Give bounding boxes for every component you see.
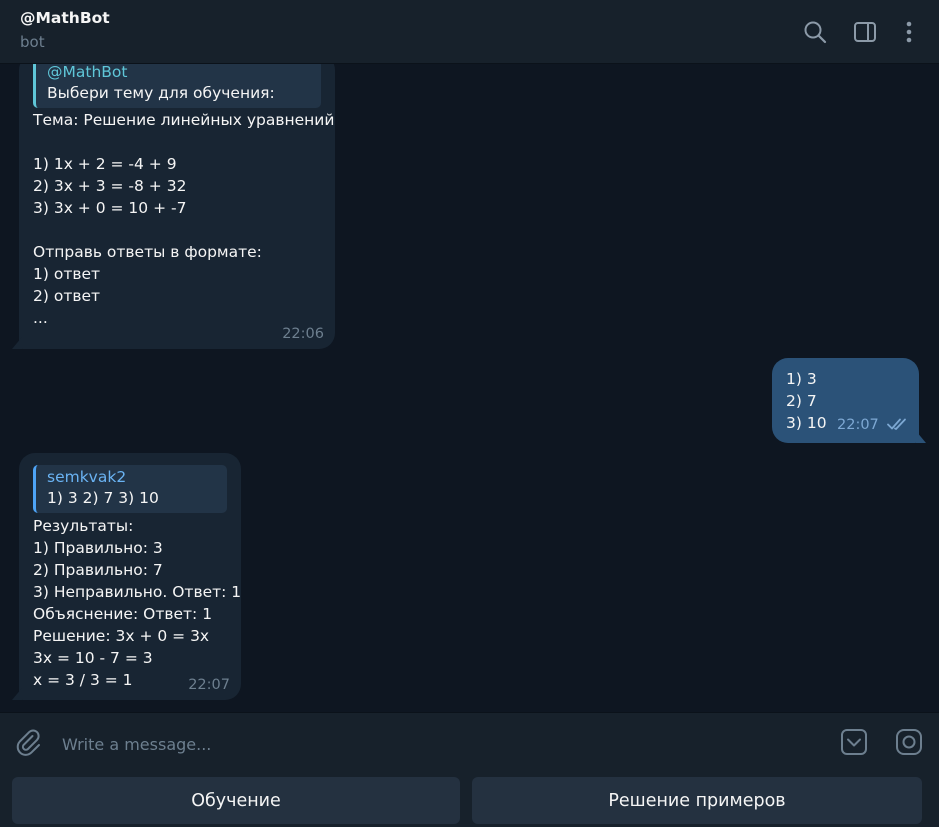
sidebar-toggle-icon[interactable] xyxy=(851,18,879,46)
incoming-message[interactable]: semkvak2 1) 3 2) 7 3) 10 Результаты: 1) … xyxy=(12,453,242,700)
sticker-icon[interactable] xyxy=(894,727,924,757)
bubble-tail xyxy=(12,688,22,700)
reply-text: Выбери тему для обучения: xyxy=(47,84,275,102)
reply-quote[interactable]: @MathBot Выбери тему для обучения: xyxy=(33,64,321,108)
message-time: 22:07 xyxy=(188,677,230,693)
message-time: 22:06 xyxy=(282,326,324,342)
bubble-tail xyxy=(12,337,22,349)
bot-keyboard-icon[interactable] xyxy=(839,727,869,757)
reply-text: 1) 3 2) 7 3) 10 xyxy=(47,489,159,507)
search-icon[interactable] xyxy=(801,18,829,46)
message-text: Тема: Решение линейных уравнений 1) 1x +… xyxy=(33,111,335,327)
chat-title[interactable]: @MathBot xyxy=(20,9,110,27)
bot-keyboard: Обучение Решение примеров xyxy=(0,772,939,827)
message-time: 22:07 xyxy=(837,417,879,433)
incoming-message[interactable]: @MathBot Выбери тему для обучения: Тема:… xyxy=(12,64,335,349)
reply-author: semkvak2 xyxy=(47,468,127,486)
message-list[interactable]: @MathBot Выбери тему для обучения: Тема:… xyxy=(0,64,939,712)
reply-quote[interactable]: semkvak2 1) 3 2) 7 3) 10 xyxy=(33,465,227,513)
keyboard-button-solve-examples[interactable]: Решение примеров xyxy=(472,777,922,824)
message-input[interactable] xyxy=(60,729,804,759)
double-check-icon xyxy=(887,418,906,430)
message-text: 1) 3 2) 7 3) 10 xyxy=(786,370,827,432)
chat-header: @MathBot bot xyxy=(0,0,939,64)
chat-subtitle: bot xyxy=(20,33,45,51)
bubble-tail xyxy=(916,431,926,443)
paperclip-icon[interactable] xyxy=(13,727,43,757)
more-vertical-icon[interactable] xyxy=(895,18,923,46)
reply-author: @MathBot xyxy=(47,64,128,81)
keyboard-button-learning[interactable]: Обучение xyxy=(12,777,460,824)
message-text: Результаты: 1) Правильно: 3 2) Правильно… xyxy=(33,517,242,689)
composer xyxy=(0,712,939,772)
outgoing-message[interactable]: 1) 3 2) 7 3) 10 22:07 xyxy=(772,358,926,443)
